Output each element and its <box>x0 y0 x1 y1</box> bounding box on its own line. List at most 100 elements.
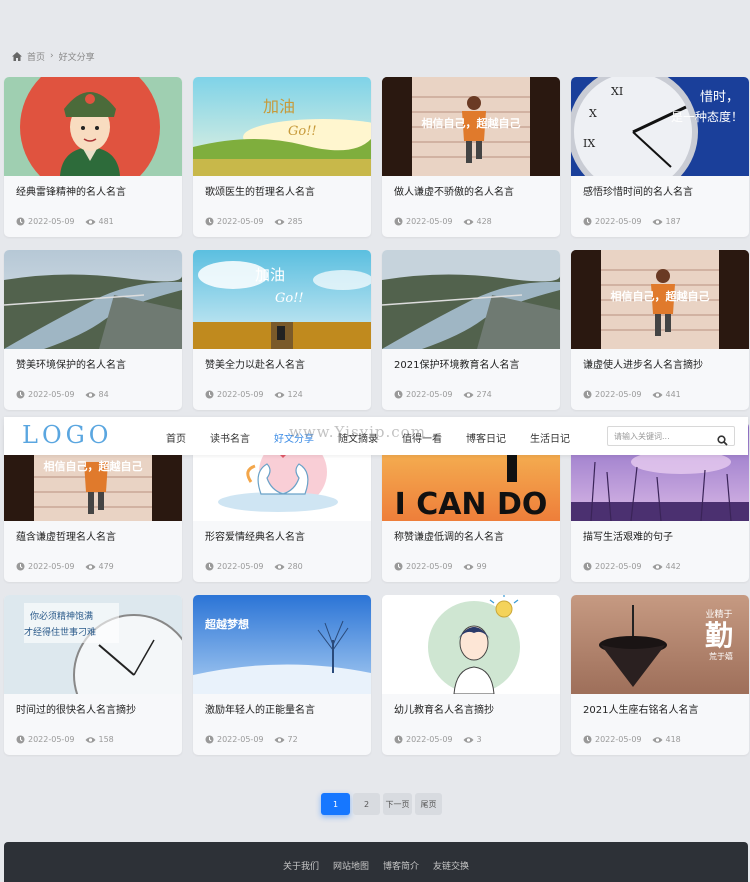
article-card[interactable]: 赞美环境保护的名人名言 2022-05-09 84 <box>4 250 182 410</box>
article-meta: 2022-05-09 418 <box>583 735 741 744</box>
article-title[interactable]: 谦虚使人进步名人名言摘抄 <box>583 356 741 371</box>
date-meta: 2022-05-09 <box>583 562 642 571</box>
thumbnail-clock[interactable]: X XI IX 惜时， 是一种态度！ <box>571 77 749 176</box>
nav-link-blog-diary[interactable]: 博客日记 <box>466 430 506 445</box>
date-meta: 2022-05-09 <box>16 390 75 399</box>
article-card[interactable]: 相信自己，超越自己 谦虚使人进步名人名言摘抄 2022-05-09 441 <box>571 250 749 410</box>
thumbnail-stairs[interactable]: 相信自己，超越自己 <box>571 250 749 349</box>
date-meta: 2022-05-09 <box>205 562 264 571</box>
article-card[interactable]: 业精于 勤 荒于嬉 2021人生座右铭名人名言 2022-05-09 418 <box>571 595 749 755</box>
article-title[interactable]: 经典雷锋精神的名人名言 <box>16 183 174 198</box>
article-views: 3 <box>476 735 482 744</box>
article-views: 428 <box>476 217 492 226</box>
article-card[interactable]: 相信自己，超越自己 做人谦虚不骄傲的名人名言 2022-05-09 428 <box>382 77 560 237</box>
article-meta: 2022-05-09 441 <box>583 390 741 399</box>
article-date: 2022-05-09 <box>406 735 453 744</box>
footer-link-blog-intro[interactable]: 博客简介 <box>383 859 419 872</box>
cheer-text: 加油 <box>263 97 295 116</box>
thumbnail-dream-tree[interactable]: 超越梦想 <box>193 595 371 694</box>
eye-icon <box>652 391 662 398</box>
article-title[interactable]: 赞美全力以赴名人名言 <box>205 356 363 371</box>
article-title[interactable]: 2021保护环境教育名人名言 <box>394 356 552 371</box>
thumbnail-cheer-runner[interactable]: 加油 Go!! <box>193 250 371 349</box>
main-nav: 首页 读书名言 好文分享 随文摘录 值得一看 博客日记 生活日记 <box>162 430 570 445</box>
article-date: 2022-05-09 <box>28 562 75 571</box>
views-meta: 481 <box>85 217 114 226</box>
clock-icon <box>394 562 403 571</box>
nav-link-home[interactable]: 首页 <box>166 430 186 445</box>
article-title[interactable]: 赞美环境保护的名人名言 <box>16 356 174 371</box>
article-title[interactable]: 歌颂医生的哲理名人名言 <box>205 183 363 198</box>
article-views: 84 <box>98 390 109 399</box>
footer-link-sitemap[interactable]: 网站地图 <box>333 859 369 872</box>
thumbnail-spinning-top[interactable]: 业精于 勤 荒于嬉 <box>571 595 749 694</box>
article-title[interactable]: 幼儿教育名人名言摘抄 <box>394 701 552 716</box>
page-button-2[interactable]: 2 <box>353 793 380 815</box>
article-card[interactable]: 超越梦想 激励年轻人的正能量名言 2022-05-09 72 <box>193 595 371 755</box>
article-title[interactable]: 2021人生座右铭名人名言 <box>583 701 741 716</box>
article-title[interactable]: 蕴含谦虚哲理名人名言 <box>16 528 174 543</box>
nav-link-life-diary[interactable]: 生活日记 <box>530 430 570 445</box>
article-title[interactable]: 感悟珍惜时间的名人名言 <box>583 183 741 198</box>
article-title[interactable]: 称赞谦虚低调的名人名言 <box>394 528 552 543</box>
article-title[interactable]: 描写生活艰难的句子 <box>583 528 741 543</box>
date-meta: 2022-05-09 <box>583 217 642 226</box>
article-title[interactable]: 形容爱情经典名人名言 <box>205 528 363 543</box>
page-button-1[interactable]: 1 <box>321 793 350 815</box>
article-card[interactable]: 2021保护环境教育名人名言 2022-05-09 274 <box>382 250 560 410</box>
article-meta: 2022-05-09 280 <box>205 562 363 571</box>
date-meta: 2022-05-09 <box>205 390 264 399</box>
views-meta: 99 <box>463 562 487 571</box>
article-views: 99 <box>476 562 487 571</box>
footer-link-friend-links[interactable]: 友链交换 <box>433 859 469 872</box>
footer-link-about[interactable]: 关于我们 <box>283 859 319 872</box>
nav-link-worth-seeing[interactable]: 值得一看 <box>402 430 442 445</box>
article-card[interactable]: 你必须精神饱满 才经得住世事刁难 时间过的很快名人名言摘抄 2022-05-09… <box>4 595 182 755</box>
nav-link-good-articles[interactable]: 好文分享 <box>274 430 314 445</box>
views-meta: 158 <box>85 735 114 744</box>
article-meta: 2022-05-09 187 <box>583 217 741 226</box>
date-meta: 2022-05-09 <box>16 735 75 744</box>
article-date: 2022-05-09 <box>595 735 642 744</box>
nav-link-reading-quotes[interactable]: 读书名言 <box>210 430 250 445</box>
views-meta: 479 <box>85 562 114 571</box>
article-card[interactable]: 经典雷锋精神的名人名言 2022-05-09 481 <box>4 77 182 237</box>
thumbnail-clock-spirit[interactable]: 你必须精神饱满 才经得住世事刁难 <box>4 595 182 694</box>
thumbnail-cheer-landscape[interactable]: 加油 Go!! <box>193 77 371 176</box>
go-text: Go!! <box>288 124 317 139</box>
site-logo[interactable]: LOGO <box>22 421 112 449</box>
eye-icon <box>85 218 95 225</box>
eye-icon <box>652 563 662 570</box>
thumbnail-leifeng[interactable] <box>4 77 182 176</box>
next-page-button[interactable]: 下一页 <box>383 793 412 815</box>
clock-icon <box>205 217 214 226</box>
clock-icon <box>16 217 25 226</box>
search-icon[interactable] <box>717 431 728 450</box>
stairs-text: 相信自己，超越自己 <box>44 459 143 473</box>
clock-text-line2: 是一种态度！ <box>671 109 743 124</box>
spirit-text-line2: 才经得住世事刁难 <box>24 626 96 638</box>
thumbnail-river-aerial[interactable] <box>382 250 560 349</box>
search-input[interactable] <box>612 429 710 444</box>
views-meta: 428 <box>463 217 492 226</box>
thumbnail-river-aerial[interactable] <box>4 250 182 349</box>
article-title[interactable]: 时间过的很快名人名言摘抄 <box>16 701 174 716</box>
article-title[interactable]: 激励年轻人的正能量名言 <box>205 701 363 716</box>
dream-text: 超越梦想 <box>204 617 249 631</box>
spirit-text-line1: 你必须精神饱满 <box>30 610 93 622</box>
article-title[interactable]: 做人谦虚不骄傲的名人名言 <box>394 183 552 198</box>
article-card[interactable]: 加油 Go!! 歌颂医生的哲理名人名言 2022-05-09 285 <box>193 77 371 237</box>
article-card[interactable]: 幼儿教育名人名言摘抄 2022-05-09 3 <box>382 595 560 755</box>
nav-link-excerpts[interactable]: 随文摘录 <box>338 430 378 445</box>
last-page-button[interactable]: 尾页 <box>415 793 442 815</box>
thumbnail-stairs[interactable]: 相信自己，超越自己 <box>382 77 560 176</box>
thumbnail-girl-idea[interactable] <box>382 595 560 694</box>
article-date: 2022-05-09 <box>28 735 75 744</box>
svg-text:IX: IX <box>583 137 595 150</box>
views-meta: 84 <box>85 390 109 399</box>
clock-icon <box>16 390 25 399</box>
article-grid: 经典雷锋精神的名人名言 2022-05-09 481 加油 Go!! 歌颂医生的… <box>0 0 750 760</box>
article-card[interactable]: X XI IX 惜时， 是一种态度！ 感悟珍惜时间的名人名言 2022-05-09 … <box>571 77 749 237</box>
cheer-text: 加油 <box>255 266 285 284</box>
article-card[interactable]: 加油 Go!! 赞美全力以赴名人名言 2022-05-09 124 <box>193 250 371 410</box>
